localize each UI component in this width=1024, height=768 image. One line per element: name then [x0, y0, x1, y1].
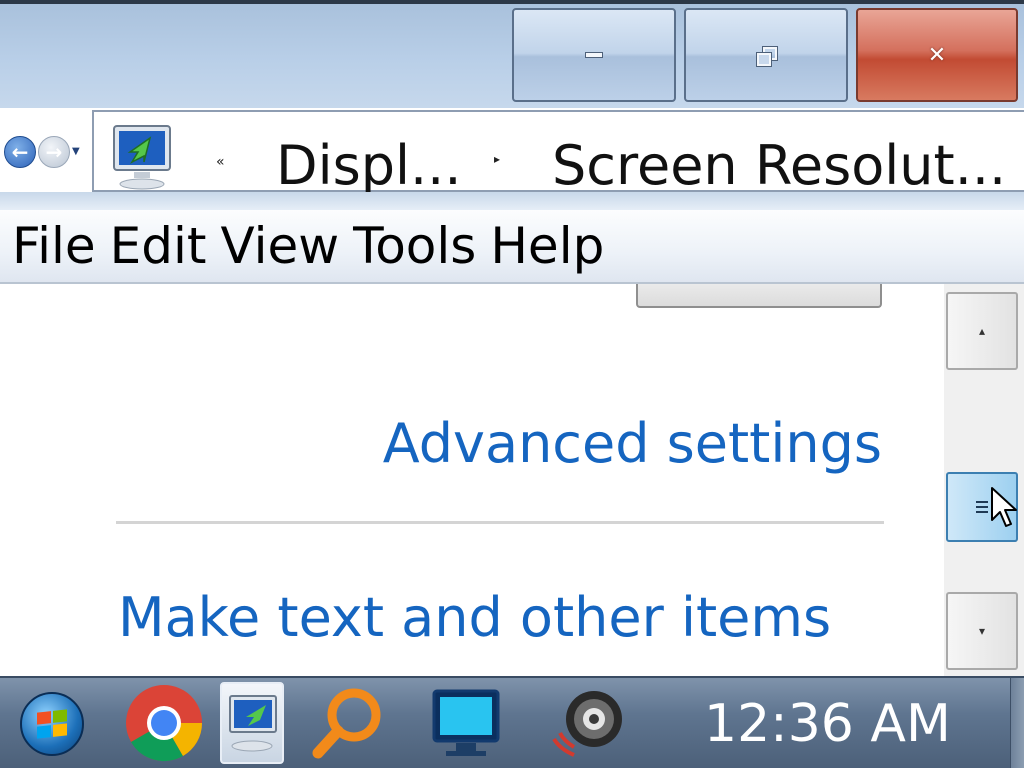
- advanced-settings-link[interactable]: Advanced settings: [383, 414, 882, 474]
- close-icon: ✕: [927, 42, 947, 68]
- chevron-up-icon: ▴: [978, 324, 986, 338]
- minimize-button[interactable]: [512, 8, 676, 102]
- taskbar-speaker[interactable]: [540, 682, 632, 764]
- close-button[interactable]: ✕: [856, 8, 1018, 102]
- menu-edit[interactable]: Edit: [96, 218, 207, 274]
- taskbar-search[interactable]: [300, 682, 392, 764]
- system-clock[interactable]: 12:36 AM: [704, 694, 951, 754]
- forward-button[interactable]: →: [38, 136, 70, 168]
- menu-file[interactable]: File: [0, 218, 96, 274]
- show-desktop-button[interactable]: [1010, 678, 1024, 768]
- mouse-cursor-icon: [991, 487, 1017, 527]
- chevron-down-icon: ▾: [978, 624, 986, 638]
- section-divider: [116, 521, 884, 524]
- title-bar: ✕: [0, 0, 1024, 108]
- breadcrumb-screen-resolution[interactable]: Screen Resolut...: [552, 136, 1006, 196]
- back-arrow-icon: ←: [11, 140, 29, 164]
- taskbar-display-monitor[interactable]: [420, 682, 512, 764]
- taskbar: 12:36 AM: [0, 676, 1024, 768]
- partially-visible-button[interactable]: [636, 284, 882, 308]
- magnifier-icon: [312, 688, 381, 759]
- scroll-up-button[interactable]: ▴: [946, 292, 1018, 370]
- recent-pages-dropdown[interactable]: ▼: [72, 146, 80, 157]
- restore-icon: [756, 46, 778, 67]
- taskbar-chrome[interactable]: [118, 682, 210, 764]
- vertical-scrollbar[interactable]: ▴ ▾: [944, 284, 1024, 676]
- menu-bar: File Edit View Tools Help: [0, 192, 1024, 284]
- back-button[interactable]: ←: [4, 136, 36, 168]
- breadcrumb-display[interactable]: Displ...: [276, 136, 462, 196]
- windows-logo-icon: [37, 709, 67, 739]
- address-bar[interactable]: « Displ... ▸ Screen Resolut...: [92, 110, 1024, 196]
- content-pane: Advanced settings Make text and other it…: [0, 284, 944, 676]
- restore-button[interactable]: [684, 8, 848, 102]
- scroll-down-button[interactable]: ▾: [946, 592, 1018, 670]
- menu-tools[interactable]: Tools: [339, 218, 476, 274]
- grip-icon: [976, 501, 988, 513]
- display-settings-icon: [229, 695, 277, 752]
- minimize-icon: [585, 52, 603, 58]
- forward-arrow-icon: →: [45, 140, 63, 164]
- breadcrumb-separator-icon[interactable]: ▸: [494, 152, 500, 166]
- breadcrumb-overflow-chevron[interactable]: «: [216, 154, 225, 170]
- make-text-larger-link[interactable]: Make text and other items: [118, 588, 831, 648]
- display-control-panel-icon: [113, 125, 171, 190]
- start-button[interactable]: [20, 692, 84, 756]
- chrome-icon: [126, 685, 203, 762]
- menu-help[interactable]: Help: [476, 218, 604, 274]
- monitor-icon: [432, 689, 500, 756]
- taskbar-display-settings[interactable]: [220, 682, 284, 764]
- menu-view[interactable]: View: [207, 218, 340, 274]
- speaker-icon: [552, 691, 622, 757]
